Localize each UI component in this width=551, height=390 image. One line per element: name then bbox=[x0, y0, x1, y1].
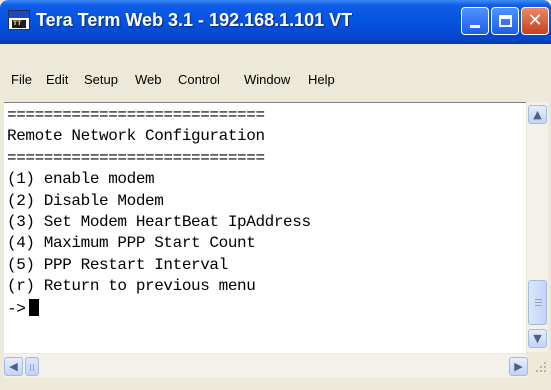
terminal-prompt-line: -> bbox=[7, 298, 311, 320]
tera-term-app-icon[interactable]: TT bbox=[8, 10, 30, 30]
minimize-button[interactable] bbox=[461, 7, 489, 35]
window-title: Tera Term Web 3.1 - 192.168.1.101 VT bbox=[36, 10, 353, 30]
menu-setup[interactable]: Setup bbox=[84, 72, 118, 87]
scroll-up-button[interactable]: ▲ bbox=[528, 105, 547, 124]
menu-web[interactable]: Web bbox=[135, 72, 162, 87]
terminal-line: (3) Set Modem HeartBeat IpAddress bbox=[7, 212, 311, 231]
terminal-line: ============================ bbox=[7, 148, 265, 167]
terminal-line: Remote Network Configuration bbox=[7, 127, 265, 146]
vertical-scroll-thumb[interactable] bbox=[528, 280, 547, 325]
resize-grip-icon[interactable] bbox=[530, 358, 548, 376]
terminal-line: (1) enable modem bbox=[7, 170, 155, 189]
chevron-up-icon: ▲ bbox=[533, 108, 542, 121]
tera-term-window: TT Tera Term Web 3.1 - 192.168.1.101 VT … bbox=[0, 0, 551, 390]
terminal-line: (r) Return to previous menu bbox=[7, 277, 256, 296]
minimize-icon bbox=[470, 24, 480, 28]
horizontal-scrollbar[interactable]: ◀ ▶ bbox=[4, 354, 528, 378]
terminal-line: (2) Disable Modem bbox=[7, 191, 164, 210]
chevron-left-icon: ◀ bbox=[9, 360, 18, 373]
terminal-prompt: -> bbox=[7, 299, 26, 318]
app-icon-text: TT bbox=[13, 20, 22, 27]
close-icon: ✕ bbox=[527, 10, 543, 31]
terminal-line: (4) Maximum PPP Start Count bbox=[7, 234, 256, 253]
scroll-left-button[interactable]: ◀ bbox=[4, 357, 23, 376]
scroll-down-button[interactable]: ▼ bbox=[528, 329, 547, 348]
maximize-icon bbox=[498, 15, 512, 27]
terminal-line: ============================ bbox=[7, 106, 265, 124]
title-bar[interactable]: TT Tera Term Web 3.1 - 192.168.1.101 VT … bbox=[0, 0, 551, 44]
vertical-scrollbar[interactable]: ▲ ▼ bbox=[527, 102, 548, 352]
menu-file[interactable]: File bbox=[11, 72, 32, 87]
maximize-button[interactable] bbox=[491, 7, 519, 35]
terminal-cursor bbox=[29, 298, 40, 316]
menu-window[interactable]: Window bbox=[244, 72, 290, 87]
menu-edit[interactable]: Edit bbox=[46, 72, 68, 87]
close-button[interactable]: ✕ bbox=[521, 7, 549, 35]
scroll-right-button[interactable]: ▶ bbox=[509, 357, 528, 376]
terminal-line: (5) PPP Restart Interval bbox=[7, 255, 228, 274]
chevron-right-icon: ▶ bbox=[514, 360, 523, 373]
menu-help[interactable]: Help bbox=[308, 72, 335, 87]
terminal-screen[interactable]: ============================ Remote Netw… bbox=[4, 102, 526, 353]
menu-control[interactable]: Control bbox=[178, 72, 220, 87]
chevron-down-icon: ▼ bbox=[533, 332, 542, 345]
horizontal-scroll-thumb[interactable] bbox=[25, 357, 39, 376]
